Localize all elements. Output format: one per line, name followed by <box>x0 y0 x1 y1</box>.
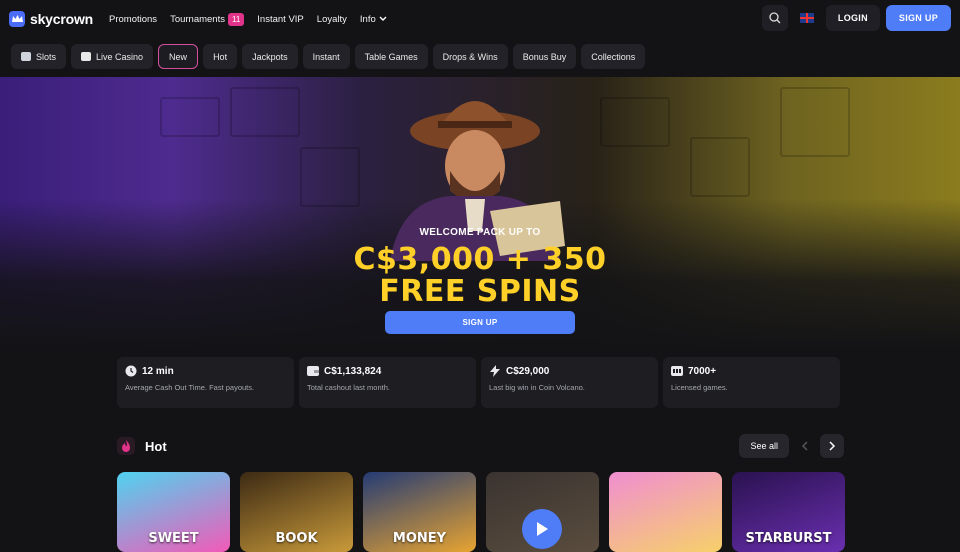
stat-card: C$29,000 Last big win in Coin Volcano. <box>481 357 658 408</box>
hot-section-header: Hot See all <box>117 434 844 458</box>
tab-hot[interactable]: Hot <box>203 44 238 69</box>
tab-label: Live Casino <box>96 51 144 62</box>
hero-text: WELCOME PACK UP TO C$3,000 + 350 FREE SP… <box>0 227 960 308</box>
nav-tournaments-label: Tournaments <box>170 13 225 25</box>
bg-brick <box>690 137 750 197</box>
game-tile[interactable] <box>486 472 599 552</box>
bg-brick <box>160 97 220 137</box>
tab-bonus-buy[interactable]: Bonus Buy <box>512 44 577 69</box>
hero-title-line2: FREE SPINS <box>379 274 581 309</box>
logo[interactable]: skycrown <box>9 11 93 27</box>
stat-value: 7000+ <box>688 365 717 377</box>
lightning-icon <box>489 365 501 377</box>
chevron-left-icon <box>801 441 808 451</box>
tab-collections[interactable]: Collections <box>581 44 646 69</box>
tab-jackpots[interactable]: Jackpots <box>242 44 298 69</box>
game-tile[interactable]: STARBURST <box>732 472 845 552</box>
game-title: SWEET <box>148 531 199 546</box>
game-tile[interactable]: BOOK <box>240 472 353 552</box>
stat-caption: Average Cash Out Time. Fast payouts. <box>125 383 255 392</box>
carousel-prev-button[interactable] <box>793 434 817 458</box>
login-button[interactable]: LOGIN <box>825 5 880 31</box>
tab-instant[interactable]: Instant <box>302 44 350 69</box>
game-tile[interactable] <box>609 472 722 552</box>
stat-value: 12 min <box>142 365 174 377</box>
uk-flag-icon <box>799 13 814 23</box>
games-icon <box>671 365 683 377</box>
slots-icon <box>21 52 31 61</box>
stat-value: C$1,133,824 <box>324 365 382 377</box>
nav-info-label: Info <box>359 13 376 25</box>
nav-tournaments[interactable]: Tournaments 11 <box>170 12 245 26</box>
tab-slots[interactable]: Slots <box>11 44 67 69</box>
chevron-right-icon <box>829 441 836 451</box>
tab-new[interactable]: New <box>158 44 199 69</box>
game-title: STARBURST <box>745 531 832 546</box>
fire-icon <box>117 437 135 455</box>
nav-loyalty[interactable]: Loyalty <box>317 14 347 25</box>
see-all-button[interactable]: See all <box>739 434 789 458</box>
game-tile[interactable]: SWEET <box>117 472 230 552</box>
stat-card: 12 min Average Cash Out Time. Fast payou… <box>117 357 294 408</box>
stat-caption: Last big win in Coin Volcano. <box>489 383 585 392</box>
clock-icon <box>125 365 137 377</box>
top-nav: Promotions Tournaments 11 Instant VIP Lo… <box>109 12 387 26</box>
tab-live-casino[interactable]: Live Casino <box>71 44 154 69</box>
category-tabs: Slots Live Casino New Hot Jackpots Insta… <box>11 44 646 69</box>
game-title: MONEY <box>392 531 447 546</box>
hero-signup-button[interactable]: SIGN UP <box>385 311 575 334</box>
stat-value: C$29,000 <box>506 365 550 377</box>
wallet-icon <box>307 365 319 377</box>
play-icon[interactable] <box>522 509 562 549</box>
tournaments-count-badge: 11 <box>227 12 245 26</box>
signup-button[interactable]: SIGN UP <box>885 5 951 31</box>
bg-brick <box>600 97 670 147</box>
hero-banner: WELCOME PACK UP TO C$3,000 + 350 FREE SP… <box>0 77 960 349</box>
search-icon <box>769 12 781 24</box>
live-casino-icon <box>81 52 92 61</box>
stat-card: 7000+ Licensed games. <box>663 357 840 408</box>
tab-label: Slots <box>36 51 57 62</box>
hero-subtitle: WELCOME PACK UP TO <box>419 227 541 238</box>
logo-text: skycrown <box>30 11 93 27</box>
tab-table-games[interactable]: Table Games <box>354 44 428 69</box>
crown-icon <box>9 11 25 27</box>
tab-drops-wins[interactable]: Drops & Wins <box>432 44 508 69</box>
game-carousel: SWEET BOOK MONEY STARBURST <box>117 472 845 552</box>
game-tile[interactable]: MONEY <box>363 472 476 552</box>
stat-card: C$1,133,824 Total cashout last month. <box>299 357 476 408</box>
top-bar: skycrown Promotions Tournaments 11 Insta… <box>0 0 960 38</box>
header-actions: LOGIN SIGN UP <box>761 5 951 31</box>
section-title: Hot <box>145 438 167 454</box>
language-button[interactable] <box>794 5 820 31</box>
bg-brick <box>300 147 360 207</box>
hero-title-line1: C$3,000 + 350 <box>353 242 607 277</box>
stats-row: 12 min Average Cash Out Time. Fast payou… <box>117 357 840 408</box>
nav-instant-vip[interactable]: Instant VIP <box>257 14 303 25</box>
bg-brick <box>230 87 300 137</box>
stat-caption: Total cashout last month. <box>307 383 390 392</box>
game-title: BOOK <box>275 531 318 546</box>
carousel-next-button[interactable] <box>820 434 844 458</box>
stat-caption: Licensed games. <box>671 383 728 392</box>
nav-promotions[interactable]: Promotions <box>109 14 157 25</box>
bg-brick <box>780 87 850 157</box>
nav-info[interactable]: Info <box>360 14 387 25</box>
chevron-down-icon <box>379 15 387 24</box>
search-button[interactable] <box>761 5 788 31</box>
